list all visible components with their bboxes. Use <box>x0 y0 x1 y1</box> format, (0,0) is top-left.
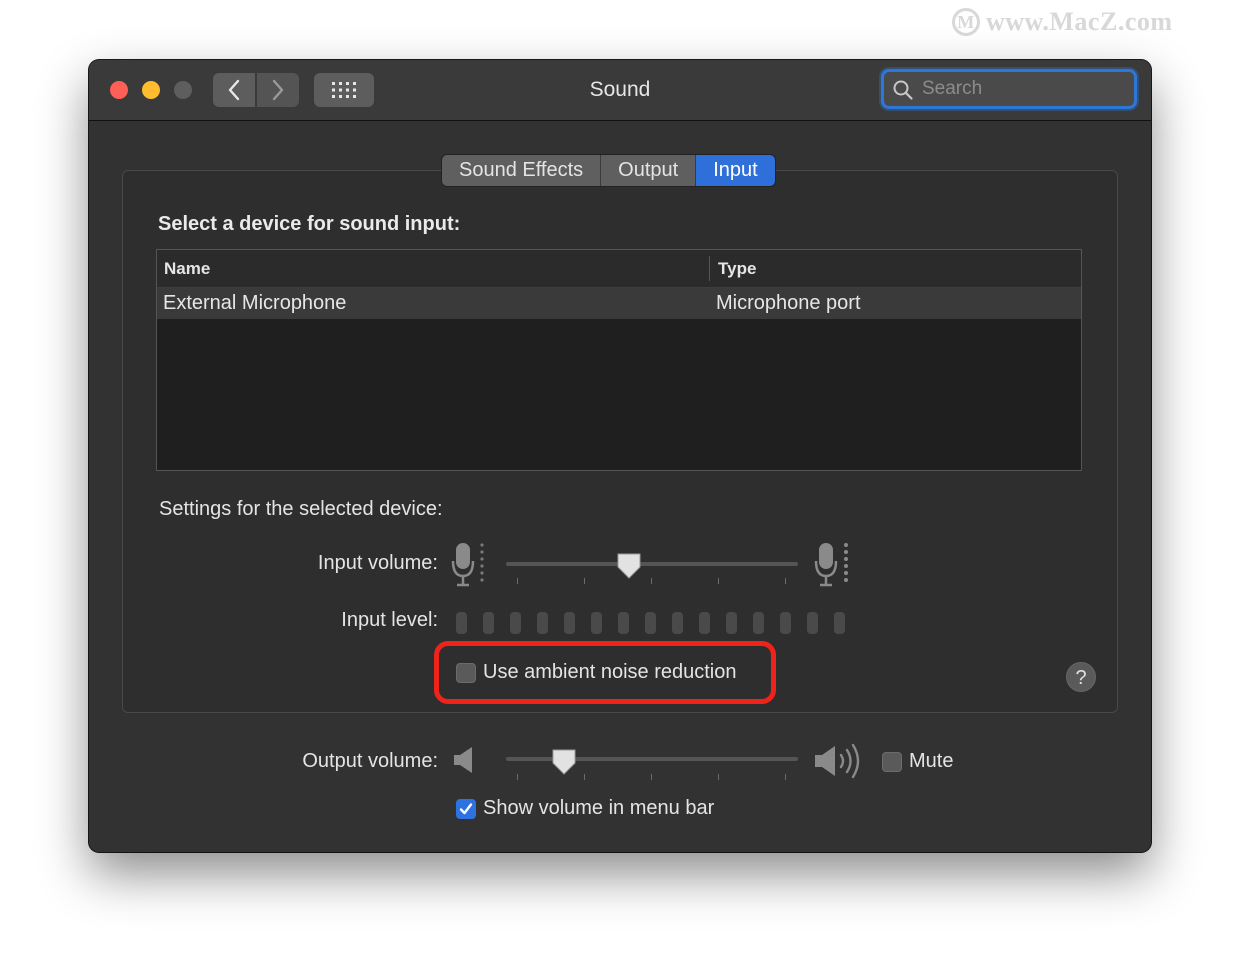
search-placeholder: Search <box>922 78 983 99</box>
device-select-heading: Select a device for sound input: <box>158 213 461 235</box>
input-device-table: Name Type External Microphone Microphone… <box>156 249 1082 471</box>
device-type-cell: Microphone port <box>716 292 861 314</box>
slider-tick <box>785 774 786 780</box>
input-level-segment <box>780 612 791 634</box>
table-header: Name Type <box>157 250 1081 288</box>
table-row[interactable]: External Microphone Microphone port <box>157 288 1081 319</box>
input-level-segment <box>807 612 818 634</box>
slider-tick <box>718 578 719 584</box>
output-volume-thumb[interactable] <box>551 748 577 776</box>
ambient-noise-checkbox[interactable] <box>456 663 476 683</box>
slider-tick <box>651 578 652 584</box>
input-level-segment <box>537 612 548 634</box>
search-field[interactable]: Search <box>881 69 1137 109</box>
watermark-logo-icon: M <box>952 8 980 36</box>
input-volume-thumb[interactable] <box>616 552 642 580</box>
input-level-segment <box>510 612 521 634</box>
show-volume-label[interactable]: Show volume in menu bar <box>483 797 714 820</box>
column-header-type[interactable]: Type <box>718 259 756 279</box>
slider-tick <box>517 578 518 584</box>
input-level-segment <box>618 612 629 634</box>
slider-tick <box>785 578 786 584</box>
watermark: M www.MacZ.com <box>952 4 1173 40</box>
column-separator <box>709 256 710 281</box>
output-volume-label: Output volume: <box>302 750 438 772</box>
column-header-name[interactable]: Name <box>164 259 210 279</box>
output-volume-slider[interactable] <box>506 757 798 761</box>
input-level-segment <box>591 612 602 634</box>
speaker-low-icon <box>454 747 472 773</box>
slider-tick <box>517 774 518 780</box>
slider-tick <box>584 774 585 780</box>
microphone-icon <box>451 543 484 587</box>
search-icon <box>893 80 913 100</box>
slider-tick <box>718 774 719 780</box>
input-level-segment <box>645 612 656 634</box>
tab-input[interactable]: Input <box>696 155 775 186</box>
ambient-noise-label[interactable]: Use ambient noise reduction <box>483 661 736 684</box>
input-volume-label: Input volume: <box>317 552 438 574</box>
title-bar: Sound Search <box>89 60 1151 121</box>
tab-output[interactable]: Output <box>601 155 697 186</box>
tab-bar: Sound Effects Output Input <box>441 154 776 187</box>
input-level-segment <box>753 612 764 634</box>
input-level-segment <box>456 612 467 634</box>
speaker-high-icon <box>815 743 860 779</box>
show-volume-checkbox[interactable] <box>456 799 476 819</box>
input-level-segment <box>834 612 845 634</box>
tab-sound-effects[interactable]: Sound Effects <box>442 155 602 186</box>
checkmark-icon <box>459 803 473 815</box>
sound-preferences-window: Sound Search Sound Effects Output Input … <box>89 60 1151 852</box>
input-level-label: Input level: <box>341 609 438 631</box>
input-level-segment <box>699 612 710 634</box>
slider-tick <box>584 578 585 584</box>
mute-label[interactable]: Mute <box>909 750 953 773</box>
input-level-segment <box>672 612 683 634</box>
input-level-segment <box>726 612 737 634</box>
microphone-icon <box>814 543 848 587</box>
watermark-text: www.MacZ.com <box>986 7 1173 36</box>
input-level-segment <box>564 612 575 634</box>
input-level-segment <box>483 612 494 634</box>
mute-checkbox[interactable] <box>882 752 902 772</box>
slider-tick <box>651 774 652 780</box>
help-button[interactable]: ? <box>1066 662 1096 692</box>
device-name-cell: External Microphone <box>163 292 347 314</box>
settings-heading: Settings for the selected device: <box>159 498 443 520</box>
input-volume-slider[interactable] <box>506 562 798 566</box>
